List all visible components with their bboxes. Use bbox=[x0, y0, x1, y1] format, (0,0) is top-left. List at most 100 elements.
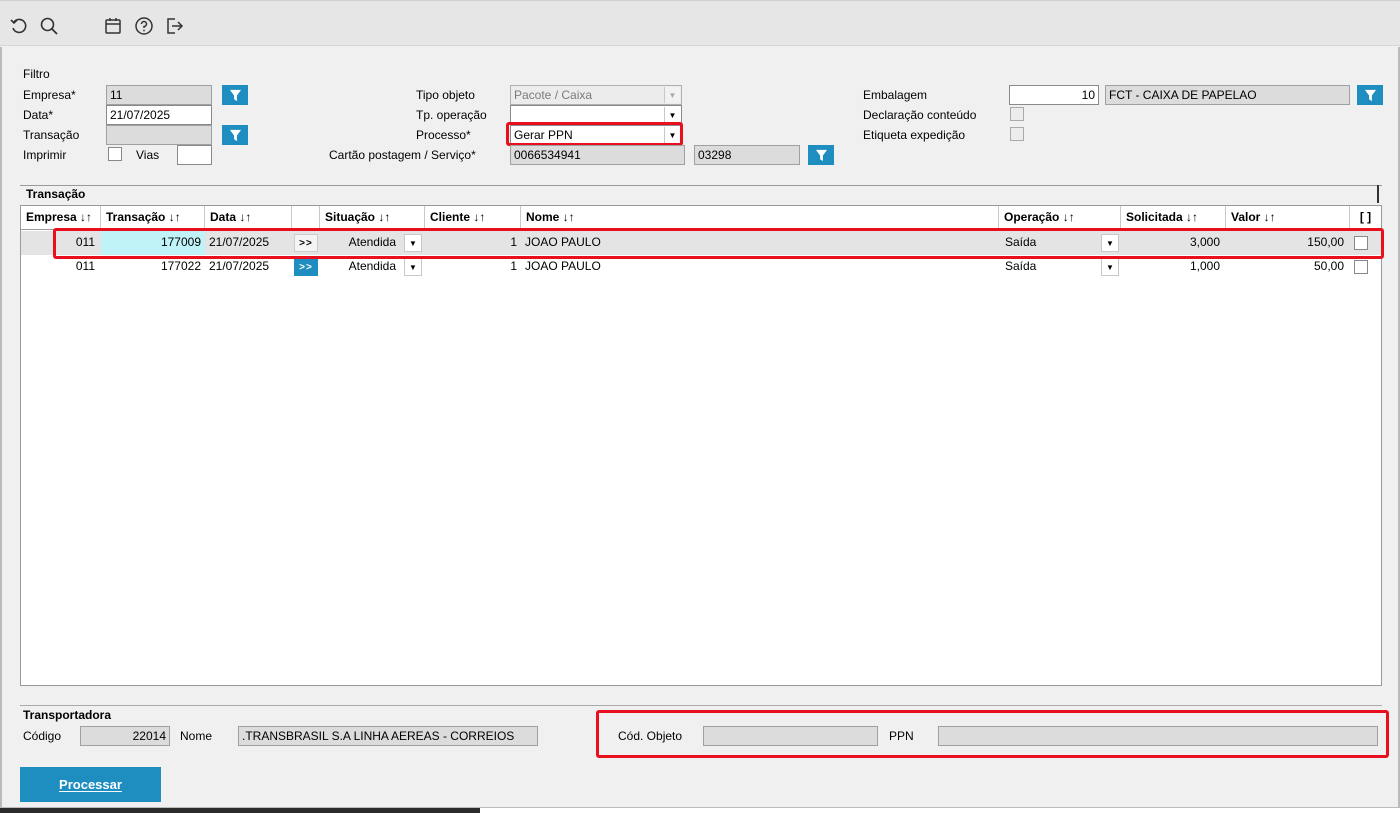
ppn-field[interactable] bbox=[938, 726, 1378, 746]
goto-button[interactable]: >> bbox=[294, 258, 318, 276]
grid-title-bar bbox=[20, 185, 1382, 205]
processo-value: Gerar PPN bbox=[514, 128, 573, 142]
transportadora-title: Transportadora bbox=[23, 708, 112, 722]
undo-icon[interactable] bbox=[8, 15, 30, 37]
help-icon[interactable] bbox=[133, 15, 155, 37]
cod-objeto-field[interactable] bbox=[703, 726, 878, 746]
cell-operacao: Saída bbox=[1005, 259, 1037, 273]
cell-empresa: 011 bbox=[75, 259, 95, 273]
codigo-field[interactable]: 22014 bbox=[80, 726, 170, 746]
cell-nome: JOAO PAULO bbox=[525, 259, 601, 273]
calendar-icon[interactable] bbox=[102, 15, 124, 37]
filter-title: Filtro bbox=[23, 67, 50, 81]
transaction-grid: Empresa ↓↑ Transação ↓↑ Data ↓↑ Situação… bbox=[20, 205, 1382, 686]
tipo-objeto-select[interactable]: Pacote / Caixa ▼ bbox=[510, 85, 682, 105]
servico-field[interactable]: 03298 bbox=[694, 145, 800, 165]
column-header-valor[interactable]: Valor ↓↑ bbox=[1226, 206, 1350, 230]
nome-field[interactable]: .TRANSBRASIL S.A LINHA AEREAS - CORREIOS bbox=[238, 726, 538, 746]
transacao-field[interactable] bbox=[106, 125, 212, 145]
embalagem-desc-field[interactable]: FCT - CAIXA DE PAPELAO bbox=[1105, 85, 1350, 105]
column-header-data[interactable]: Data ↓↑ bbox=[205, 206, 292, 230]
vias-label: Vias bbox=[136, 148, 160, 162]
column-header-select-all[interactable]: [ ] bbox=[1350, 206, 1381, 230]
data-label: Data* bbox=[23, 108, 54, 122]
cell-data: 21/07/2025 bbox=[209, 235, 270, 249]
cell-nome: JOAO PAULO bbox=[525, 235, 601, 249]
column-header-solicitada[interactable]: Solicitada ↓↑ bbox=[1121, 206, 1226, 230]
tp-operacao-select[interactable]: ▼ bbox=[510, 105, 682, 125]
filter-icon bbox=[229, 89, 241, 101]
filter-icon bbox=[815, 149, 827, 161]
empresa-filter-button[interactable] bbox=[222, 85, 248, 105]
ppn-label: PPN bbox=[889, 729, 914, 743]
cell-cliente: 1 bbox=[510, 259, 517, 273]
cell-operacao: Saída bbox=[1005, 235, 1037, 249]
column-header-nome[interactable]: Nome ↓↑ bbox=[521, 206, 999, 230]
grid-title: Transação bbox=[26, 187, 86, 201]
cell-cliente: 1 bbox=[510, 235, 517, 249]
etiqueta-checkbox[interactable] bbox=[1010, 127, 1024, 141]
chevron-down-icon[interactable]: ▼ bbox=[404, 258, 422, 276]
filter-icon bbox=[1364, 89, 1376, 101]
cell-situacao: Atendida bbox=[348, 235, 396, 249]
empresa-label: Empresa* bbox=[23, 88, 76, 102]
chevron-down-icon[interactable]: ▼ bbox=[404, 234, 422, 252]
embalagem-filter-button[interactable] bbox=[1357, 85, 1383, 105]
tipo-objeto-label: Tipo objeto bbox=[416, 88, 475, 102]
tp-operacao-label: Tp. operação bbox=[416, 108, 487, 122]
processo-label: Processo* bbox=[416, 128, 471, 142]
chevron-down-icon[interactable]: ▼ bbox=[1101, 234, 1119, 252]
table-row[interactable]: 011 177022 21/07/2025 >> Atendida ▼ 1 JO… bbox=[21, 255, 1381, 279]
embalagem-label: Embalagem bbox=[863, 88, 928, 102]
declaracao-label: Declaração conteúdo bbox=[863, 108, 977, 122]
cell-solicitada: 3,000 bbox=[1189, 235, 1220, 249]
chevron-down-icon[interactable]: ▼ bbox=[1101, 258, 1119, 276]
data-field[interactable]: 21/07/2025 bbox=[106, 105, 212, 125]
row-checkbox[interactable] bbox=[1354, 236, 1368, 250]
chevron-down-icon: ▼ bbox=[664, 107, 680, 123]
filter-icon bbox=[229, 129, 241, 141]
cell-transacao[interactable]: 177009 bbox=[101, 231, 205, 255]
processo-select[interactable]: Gerar PPN ▼ bbox=[510, 125, 682, 145]
cartao-filter-button[interactable] bbox=[808, 145, 834, 165]
column-header-cliente[interactable]: Cliente ↓↑ bbox=[425, 206, 521, 230]
nome-label: Nome bbox=[180, 729, 213, 743]
column-header-situacao[interactable]: Situação ↓↑ bbox=[320, 206, 425, 230]
cartao-field[interactable]: 0066534941 bbox=[510, 145, 685, 165]
transacao-label: Transação bbox=[23, 128, 80, 142]
separator bbox=[20, 705, 1382, 706]
processar-button[interactable]: Processar bbox=[20, 767, 161, 802]
cell-valor: 50,00 bbox=[1313, 259, 1344, 273]
goto-button[interactable]: >> bbox=[294, 234, 318, 252]
column-header-operacao[interactable]: Operação ↓↑ bbox=[999, 206, 1121, 230]
imprimir-checkbox[interactable] bbox=[108, 147, 122, 161]
imprimir-label: Imprimir bbox=[23, 148, 67, 162]
embalagem-code-field[interactable]: 10 bbox=[1009, 85, 1099, 105]
row-checkbox[interactable] bbox=[1354, 260, 1368, 274]
cell-solicitada: 1,000 bbox=[1189, 259, 1220, 273]
column-header-transacao[interactable]: Transação ↓↑ bbox=[101, 206, 205, 230]
codigo-label: Código bbox=[23, 729, 62, 743]
exit-icon[interactable] bbox=[163, 15, 185, 37]
table-row[interactable]: 011 177009 21/07/2025 >> Atendida ▼ 1 JO… bbox=[21, 231, 1381, 255]
cod-objeto-label: Cód. Objeto bbox=[618, 729, 683, 743]
cell-situacao: Atendida bbox=[348, 259, 396, 273]
cell-valor: 150,00 bbox=[1307, 235, 1344, 249]
cell-empresa: 011 bbox=[75, 235, 95, 249]
tipo-objeto-value: Pacote / Caixa bbox=[514, 88, 593, 102]
search-icon[interactable] bbox=[38, 15, 60, 37]
cell-transacao[interactable]: 177022 bbox=[101, 255, 205, 279]
declaracao-checkbox[interactable] bbox=[1010, 107, 1024, 121]
column-header-empresa[interactable]: Empresa ↓↑ bbox=[21, 206, 101, 230]
etiqueta-label: Etiqueta expedição bbox=[863, 128, 966, 142]
chevron-down-icon: ▼ bbox=[664, 127, 680, 143]
grid-divider bbox=[1377, 185, 1379, 203]
column-header-goto bbox=[292, 206, 320, 230]
empresa-field[interactable]: 11 bbox=[106, 85, 212, 105]
transacao-filter-button[interactable] bbox=[222, 125, 248, 145]
vias-field[interactable] bbox=[177, 145, 212, 165]
chevron-down-icon: ▼ bbox=[664, 87, 680, 103]
cell-data: 21/07/2025 bbox=[209, 259, 270, 273]
toolbar bbox=[0, 0, 1400, 46]
bottom-strip bbox=[0, 808, 480, 813]
